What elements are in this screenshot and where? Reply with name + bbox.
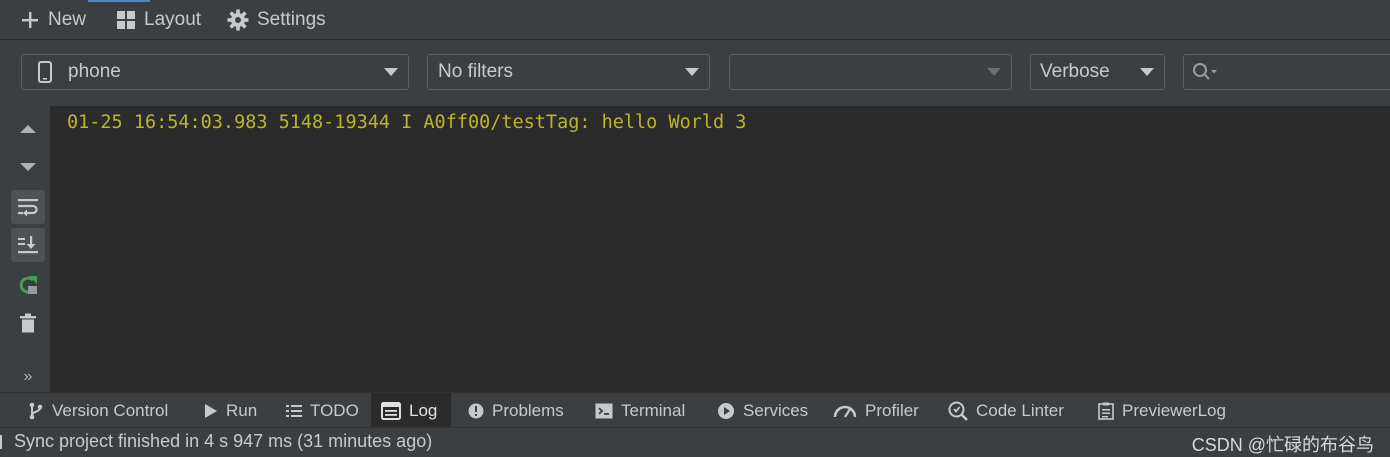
soft-wrap-icon [18,199,38,217]
new-button[interactable]: New [20,7,86,33]
tool-window-tabs: Version Control Run TODO Log Problems Te… [0,392,1390,428]
layout-grid-icon [117,11,135,29]
scroll-to-end-toggle[interactable] [11,228,45,262]
log-line: 01-25 16:54:03.983 5148-19344 I A0ff00/t… [67,112,747,133]
filter-bar: phone No filters Verbose [0,41,1390,105]
tab-label: Profiler [865,400,919,420]
tab-problems[interactable]: Problems [458,393,574,428]
log-level-select[interactable]: Verbose [1030,54,1165,90]
filter-select-value: No filters [438,61,513,82]
warning-icon [468,403,484,418]
device-select[interactable]: phone [21,54,409,90]
restart-button[interactable] [11,268,45,302]
tab-profiler[interactable]: Profiler [823,393,929,428]
status-bar: Sync project finished in 4 s 947 ms (31 … [0,427,1390,455]
chevron-down-icon [987,68,1001,76]
soft-wrap-toggle[interactable] [11,190,45,224]
triangle-down-icon [20,163,36,171]
log-icon [381,401,401,420]
status-indicator [0,435,2,449]
log-output[interactable]: 01-25 16:54:03.983 5148-19344 I A0ff00/t… [50,106,1390,392]
tab-previewer-log[interactable]: PreviewerLog [1088,393,1236,428]
tab-label: Terminal [621,400,686,420]
tab-services[interactable]: Services [707,393,818,428]
scroll-down-button[interactable] [11,150,45,184]
device-select-value: phone [68,61,121,82]
search-input[interactable] [1183,54,1390,90]
list-icon [286,404,302,417]
terminal-icon [595,403,613,418]
tab-label: PreviewerLog [1122,400,1226,420]
linter-icon [948,401,968,421]
log-level-value: Verbose [1040,61,1110,82]
document-icon [1098,402,1114,420]
tab-label: Version Control [52,400,169,420]
new-label: New [48,9,87,30]
log-sidebar: » [7,106,50,392]
active-tab-indicator [88,0,150,2]
chevron-down-icon [685,68,699,76]
services-icon [718,402,734,419]
branch-icon [29,402,43,419]
layout-button[interactable]: Layout [116,7,201,33]
process-select[interactable] [729,54,1012,90]
refresh-icon [19,276,37,294]
tab-code-linter[interactable]: Code Linter [938,393,1074,428]
tab-label: Problems [492,400,564,420]
settings-label: Settings [257,9,326,30]
tab-label: Services [743,400,809,420]
play-icon [205,403,217,418]
filter-select[interactable]: No filters [427,54,710,90]
plus-icon [22,12,38,28]
double-chevron-right-icon: » [23,368,33,385]
tab-label: TODO [310,400,359,420]
phone-icon [38,61,52,83]
tab-label: Run [226,400,258,420]
search-icon [1193,63,1217,80]
more-tools-button[interactable]: » [11,360,45,394]
tab-log[interactable]: Log [371,393,451,428]
tab-todo[interactable]: TODO [276,393,369,428]
layout-label: Layout [144,9,202,30]
tab-version-control[interactable]: Version Control [18,393,178,428]
chevron-down-icon [384,68,398,76]
tab-run[interactable]: Run [194,393,267,428]
status-message[interactable]: Sync project finished in 4 s 947 ms (31 … [14,431,432,452]
chevron-down-icon [1140,68,1154,76]
trash-icon [20,313,36,333]
scroll-up-button[interactable] [11,112,45,146]
tab-terminal[interactable]: Terminal [585,393,695,428]
watermark: CSDN @忙碌的布谷鸟 [1191,435,1374,455]
scroll-to-end-icon [18,236,38,254]
tab-label: Log [409,400,438,420]
triangle-up-icon [20,125,36,133]
top-toolbar: New Layout Settings [0,0,1390,40]
gear-icon [227,9,249,31]
settings-button[interactable]: Settings [227,7,326,33]
gauge-icon [833,405,857,418]
clear-log-button[interactable] [11,306,45,340]
tab-label: Code Linter [976,400,1064,420]
